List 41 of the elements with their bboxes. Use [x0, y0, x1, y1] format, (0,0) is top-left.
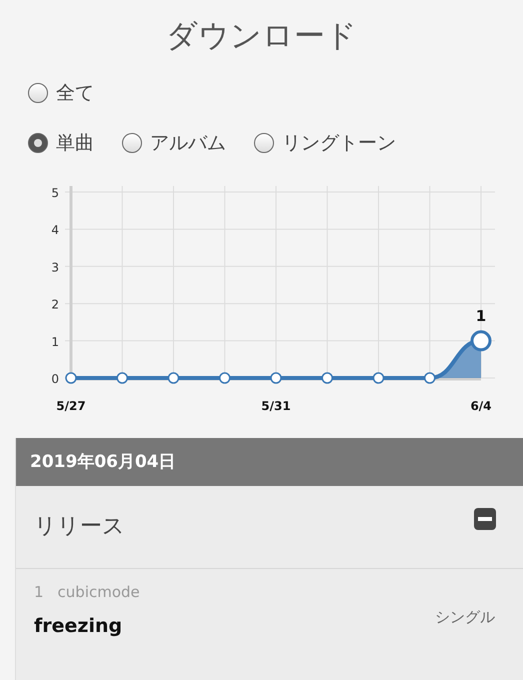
radio-option[interactable]: アルバム: [122, 130, 226, 156]
artist-name: cubicmode: [58, 583, 140, 601]
y-tick-label: 3: [51, 260, 59, 274]
y-tick-label: 0: [51, 372, 59, 386]
radio-option[interactable]: リングトーン: [254, 130, 396, 156]
y-tick-label: 4: [51, 223, 59, 238]
date-header: 2019年06月04日: [16, 438, 523, 486]
rank-number: 1: [34, 583, 44, 601]
y-tick-label: 2: [51, 298, 59, 312]
radio-label[interactable]: アルバム: [150, 130, 226, 156]
x-tick-label: 5/27: [56, 399, 86, 413]
release-type: シングル: [435, 608, 495, 626]
data-point: [470, 330, 492, 352]
radio-button[interactable]: [122, 133, 142, 153]
radio-option[interactable]: 全て: [28, 80, 94, 106]
section-title: リリース: [34, 513, 125, 541]
data-point: [168, 372, 180, 384]
radio-button[interactable]: [28, 83, 48, 103]
radio-option[interactable]: 単曲: [28, 130, 94, 156]
data-point: [424, 372, 436, 384]
release-item[interactable]: 1 cubicmode freezing シングル: [16, 569, 523, 637]
data-point: [270, 372, 282, 384]
radio-label[interactable]: リングトーン: [282, 130, 396, 156]
data-point: [65, 372, 77, 384]
radio-label[interactable]: 全て: [56, 80, 94, 106]
data-point: [372, 372, 384, 384]
collapse-icon[interactable]: [474, 508, 496, 530]
track-title: freezing: [34, 615, 124, 637]
section-header[interactable]: リリース: [16, 486, 523, 569]
radio-button[interactable]: [254, 133, 274, 153]
data-point: [219, 372, 230, 384]
radio-button[interactable]: [28, 133, 48, 153]
value-label: 1: [476, 306, 486, 325]
page-title: ダウンロード: [165, 17, 358, 56]
x-tick-label: 5/31: [261, 399, 291, 413]
x-tick-label: 6/4: [470, 399, 492, 413]
y-tick-label: 1: [51, 334, 59, 349]
radio-label[interactable]: 単曲: [56, 130, 94, 156]
data-point: [322, 372, 333, 384]
y-tick-label: 5: [51, 186, 59, 200]
data-point: [116, 372, 128, 384]
